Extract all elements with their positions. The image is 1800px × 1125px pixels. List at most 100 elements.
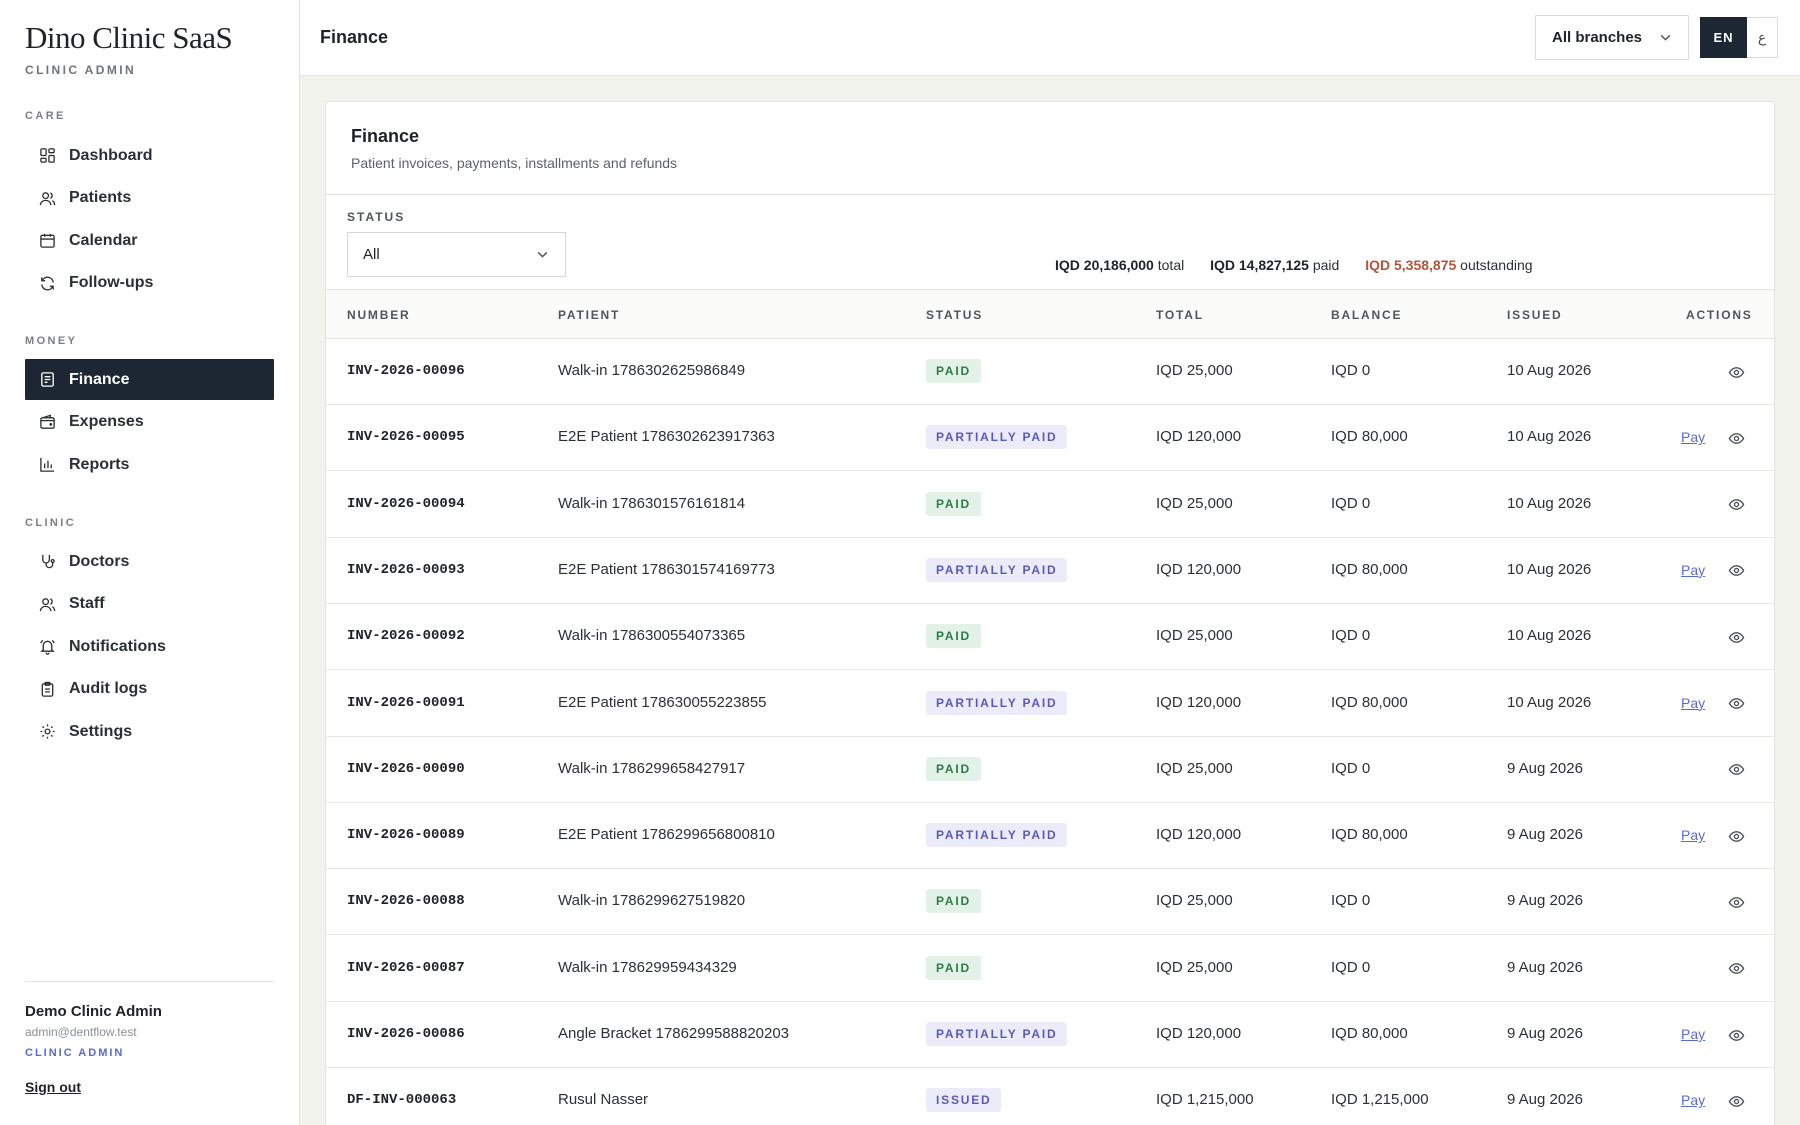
col-patient[interactable]: PATIENT [558,308,620,322]
issued-date: 9 Aug 2026 [1507,759,1583,777]
invoice-balance: IQD 0 [1331,494,1371,512]
table-row[interactable]: DF-INV-000063 Rusul Nasser ISSUED IQD 1,215… [326,1068,1774,1125]
invoice-number[interactable]: INV-2026-00094 [347,496,465,512]
table-row[interactable]: INV-2026-00095 E2E Patient 17863026239173… [326,405,1774,472]
table-row[interactable]: INV-2026-00088 Walk-in 1786299627519820 PA… [326,869,1774,936]
eye-icon[interactable] [1727,893,1745,911]
table-row[interactable]: INV-2026-00090 Walk-in 1786299658427917 PA… [326,737,1774,803]
sidebar-item-label: Follow-ups [69,274,154,291]
sidebar-item-doctors[interactable]: Doctors [25,541,274,582]
patient-name: Walk-in 1786302625986849 [558,362,746,379]
eye-icon[interactable] [1727,960,1745,978]
invoice-number[interactable]: INV-2026-00089 [347,827,465,843]
eye-icon[interactable] [1727,695,1745,713]
branch-select[interactable]: All branches [1535,15,1689,60]
sidebar-item-label: Expenses [69,413,144,430]
finance-card: Finance Patient invoices, payments, inst… [325,101,1775,1125]
lang-ar-button[interactable]: ع [1747,17,1778,58]
invoice-number[interactable]: INV-2026-00092 [347,628,465,644]
sidebar-item-notifications[interactable]: Notifications [25,626,274,667]
patient-name: Walk-in 1786299627519820 [558,892,746,910]
invoice-number[interactable]: INV-2026-00093 [347,562,465,578]
col-total[interactable]: TOTAL [1156,308,1204,322]
sidebar-item-staff[interactable]: Staff [25,584,274,625]
issued-date: 10 Aug 2026 [1507,494,1592,512]
eye-icon[interactable] [1727,827,1745,845]
nav-section-label: CLINIC [25,517,77,529]
invoice-number[interactable]: INV-2026-00086 [347,1026,465,1042]
status-badge: ISSUED [926,1088,1002,1113]
eye-icon[interactable] [1727,1026,1745,1044]
sidebar-item-label: Finance [69,370,130,388]
lang-en-button[interactable]: EN [1700,17,1747,58]
pay-link[interactable]: Pay [1681,562,1705,578]
eye-icon[interactable] [1727,496,1745,514]
col-issued[interactable]: ISSUED [1507,308,1562,322]
eye-icon[interactable] [1727,363,1745,381]
total-value: IQD 20,186,000 [1055,257,1154,273]
invoice-number[interactable]: INV-2026-00090 [347,761,465,777]
sidebar-item-reports[interactable]: Reports [25,444,274,485]
pay-link[interactable]: Pay [1681,429,1705,445]
table-row[interactable]: INV-2026-00086 Angle Bracket 178629958882… [326,1002,1774,1068]
col-number[interactable]: NUMBER [347,308,410,322]
wallet-icon [38,413,56,431]
table-row[interactable]: INV-2026-00089 E2E Patient 17862996568008… [326,803,1774,870]
paid-label: paid [1312,257,1340,273]
invoice-number[interactable]: INV-2026-00087 [347,960,465,976]
invoice-balance: IQD 1,215,000 [1331,1091,1429,1109]
invoice-number[interactable]: INV-2026-00091 [347,695,465,711]
eye-icon[interactable] [1727,429,1745,447]
eye-icon[interactable] [1727,562,1745,580]
invoice-number[interactable]: INV-2026-00088 [347,893,465,909]
sign-out-link[interactable]: Sign out [25,1079,81,1095]
invoice-total: IQD 120,000 [1156,1025,1242,1042]
sidebar-item-audit-logs[interactable]: Audit logs [25,669,274,710]
col-balance[interactable]: BALANCE [1331,308,1402,322]
pay-link[interactable]: Pay [1681,695,1705,711]
sidebar-divider [25,981,274,982]
table-row[interactable]: INV-2026-00094 Walk-in 1786301576161814 PA… [326,472,1774,538]
pay-link[interactable]: Pay [1681,1092,1705,1108]
pay-link[interactable]: Pay [1681,1026,1705,1042]
issued-date: 10 Aug 2026 [1507,560,1592,578]
invoice-number[interactable]: DF-INV-000063 [347,1092,456,1108]
sidebar-item-label: Notifications [69,637,166,655]
user-name: Demo Clinic Admin [25,1003,162,1020]
sidebar-item-settings[interactable]: Settings [25,711,274,752]
sidebar-item-follow-ups[interactable]: Follow-ups [25,263,274,304]
user-email: admin@dentflow.test [25,1025,137,1039]
pay-link[interactable]: Pay [1681,827,1705,843]
status-badge: PARTIALLY PAID [926,823,1068,848]
paid-value: IQD 14,827,125 [1210,257,1309,273]
eye-icon[interactable] [1727,761,1745,779]
table-row[interactable]: INV-2026-00092 Walk-in 1786300554073365 PA… [326,604,1774,671]
invoice-number[interactable]: INV-2026-00096 [347,363,465,379]
sidebar-item-dashboard[interactable]: Dashboard [25,135,274,176]
sidebar-item-finance[interactable]: Finance [25,359,274,400]
eye-icon[interactable] [1727,1092,1745,1110]
sidebar-item-expenses[interactable]: Expenses [25,402,274,443]
outstanding-value: IQD 5,358,875 [1365,257,1457,273]
sidebar-item-patients[interactable]: Patients [25,178,274,219]
invoice-total: IQD 25,000 [1156,958,1233,976]
status-badge: PARTIALLY PAID [926,1022,1068,1046]
invoice-total: IQD 120,000 [1156,693,1242,711]
table-row[interactable]: INV-2026-00093 E2E Patient 17863015741697… [326,538,1774,604]
table-row[interactable]: INV-2026-00091 E2E Patient 17863005522385… [326,671,1774,737]
sidebar: Dino Clinic SaaS CLINIC ADMIN CARE Dashbo… [0,0,300,1125]
gear-icon [38,723,56,741]
status-filter-select[interactable]: All [347,232,566,277]
table-row[interactable]: INV-2026-00096 Walk-in 1786302625986849 PA… [326,339,1774,405]
eye-icon[interactable] [1727,628,1745,646]
patient-name: Walk-in 1786301576161814 [558,494,746,512]
issued-date: 10 Aug 2026 [1507,627,1592,645]
brand-title: Dino Clinic SaaS [25,20,233,55]
table-row[interactable]: INV-2026-00087 Walk-in 178629959434329 PAI… [326,936,1774,1002]
invoice-number[interactable]: INV-2026-00095 [347,429,465,445]
sidebar-item-calendar[interactable]: Calendar [25,220,274,261]
col-status[interactable]: STATUS [926,308,983,322]
status-badge: PARTIALLY PAID [926,425,1068,450]
sidebar-item-label: Doctors [69,552,130,570]
dashboard-icon [38,147,56,165]
